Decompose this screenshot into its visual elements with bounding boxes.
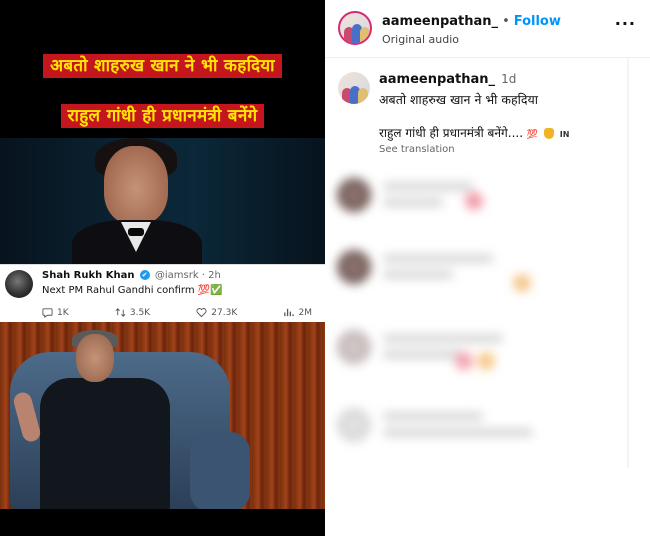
heart-icon <box>196 308 207 318</box>
retweet-icon <box>115 308 126 317</box>
caption-username[interactable]: aameenpathan_ <box>379 72 495 87</box>
headline-top-text: अबतो शाहरुख खान ने भी कहदिया <box>43 54 282 78</box>
post-header: aameenpathan_ • Follow Original audio ··· <box>325 0 650 58</box>
tweet-retweets: 3.5K <box>115 307 150 318</box>
rahul-photo <box>0 322 325 509</box>
india-flag-icon: IN <box>559 130 570 139</box>
headline-bottom: राहुल गांधी ही प्रधानमंत्री बनेंगे <box>0 102 325 130</box>
comment-item[interactable] <box>325 400 650 462</box>
tweet-header: Shah Rukh Khan ✔ @iamsrk · 2h <box>42 270 221 281</box>
headline-bottom-text: राहुल गांधी ही प्रधानमंत्री बनेंगे <box>60 104 265 128</box>
tweet-avatar <box>5 270 33 298</box>
comment-item[interactable] <box>325 322 650 384</box>
tweet-author-name: Shah Rukh Khan <box>42 270 135 281</box>
caption-line-1: अबतो शाहरुख खान ने भी कहदिया <box>379 92 538 107</box>
headline-top: अबतो शाहरुख खान ने भी कहदिया <box>0 52 325 80</box>
tweet-views: 2M <box>283 307 312 318</box>
post-media[interactable]: अबतो शाहरुख खान ने भी कहदिया राहुल गांधी… <box>0 0 325 536</box>
follow-button[interactable]: Follow <box>514 14 561 29</box>
tweet-likes-count: 27.3K <box>211 307 238 318</box>
post-side-panel: aameenpathan_ • Follow Original audio ··· … <box>325 0 650 536</box>
post-caption: aameenpathan_ 1d अबतो शाहरुख खान ने भी कह… <box>325 58 650 168</box>
srk-photo <box>0 138 325 264</box>
post-author: aameenpathan_ • Follow <box>382 14 561 29</box>
comment-item[interactable] <box>325 242 650 304</box>
caption-header: aameenpathan_ 1d <box>379 72 516 87</box>
hundred-emoji-icon: 💯 <box>526 130 539 140</box>
tweet-replies: 1K <box>42 307 69 318</box>
avatar[interactable] <box>338 11 372 45</box>
comment-item[interactable] <box>325 170 650 232</box>
original-audio-link[interactable]: Original audio <box>382 33 459 46</box>
post-author-username[interactable]: aameenpathan_ <box>382 14 498 29</box>
tweet-likes: 27.3K <box>196 307 237 318</box>
tweet-screenshot: Shah Rukh Khan ✔ @iamsrk · 2h Next PM Ra… <box>0 264 325 322</box>
tweet-retweets-count: 3.5K <box>129 307 151 318</box>
tweet-views-count: 2M <box>298 307 312 318</box>
views-icon <box>284 308 295 317</box>
caption-time: 1d <box>501 72 517 86</box>
comment-icon <box>42 308 53 318</box>
caption-avatar[interactable] <box>338 72 370 104</box>
caption-line-2: राहुल गांधी ही प्रधानमंत्री बनेंगे.... 💯… <box>379 124 569 141</box>
see-translation-link[interactable]: See translation <box>379 144 455 155</box>
more-icon[interactable]: ··· <box>615 14 636 33</box>
caption-line-2-text: राहुल गांधी ही प्रधानमंत्री बनेंगे.... <box>379 126 524 140</box>
tweet-handle: @iamsrk · 2h <box>154 270 221 281</box>
tweet-replies-count: 1K <box>57 307 69 318</box>
verified-icon: ✔ <box>139 270 150 280</box>
hand-emoji-icon <box>543 128 554 139</box>
tweet-stats: 1K 3.5K 27.3K 2M <box>42 307 312 318</box>
tweet-text: Next PM Rahul Gandhi confirm 💯✅ <box>42 285 223 296</box>
separator-dot: • <box>502 14 510 29</box>
